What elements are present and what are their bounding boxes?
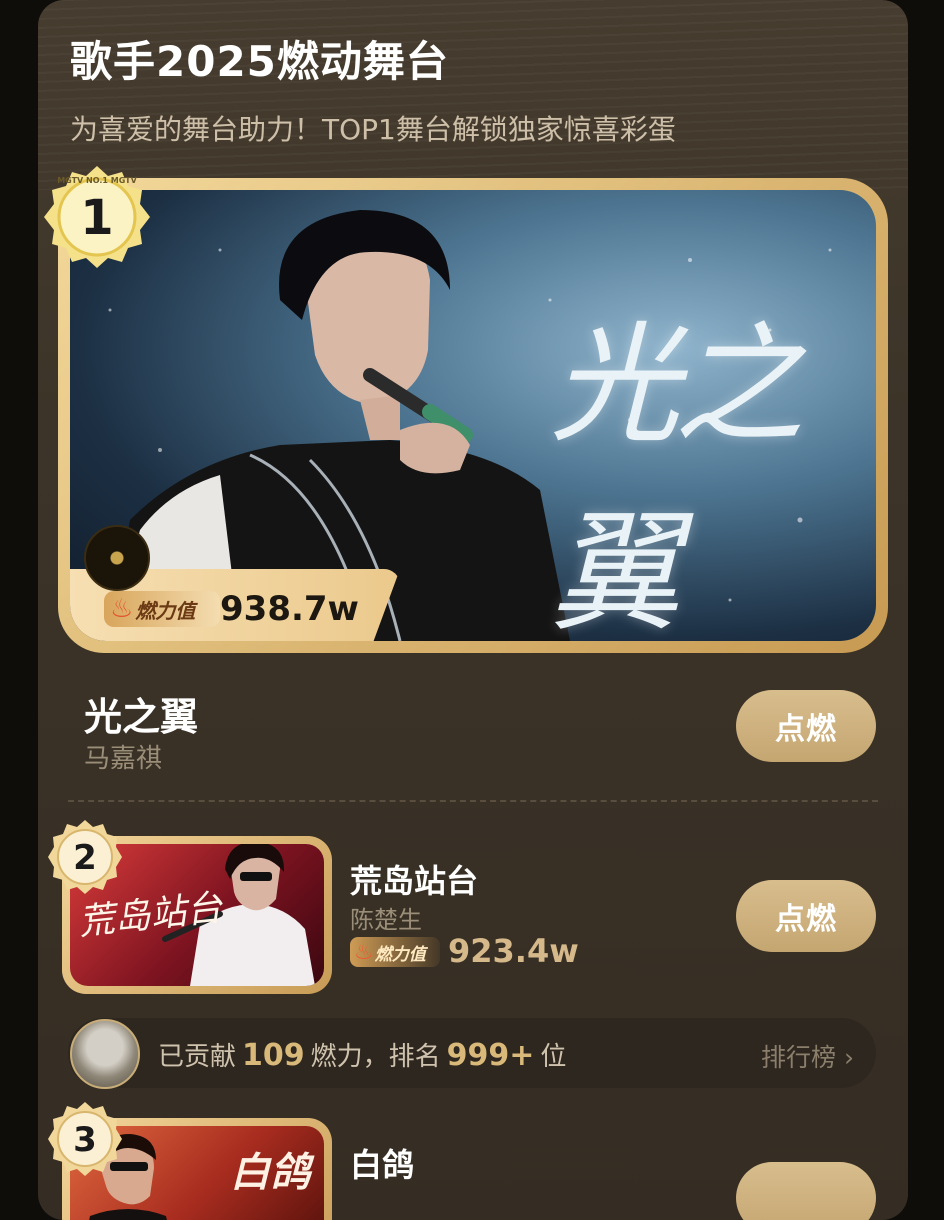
ignite-button-2[interactable]: 点燃 [736,880,876,952]
contribution-suffix: 位 [540,1042,567,1072]
top1-cover-title: 光之翼 [550,309,804,641]
contribution-bar[interactable]: 已贡献 109 燃力，排名 999+ 位 排行榜 › [68,1018,876,1089]
page-subtitle: 为喜爱的舞台助力！TOP1舞台解锁独家惊喜彩蛋 [70,113,676,146]
flame-icon: ♨ [354,939,374,965]
page-title: 歌手2025燃动舞台 [70,37,449,86]
ignite-button-1[interactable]: 点燃 [736,690,876,762]
top1-score: 938.7w [220,589,359,629]
user-avatar[interactable] [70,1019,140,1089]
contribution-amount: 109 [242,1038,305,1073]
burn-value-badge: ♨ 燃力值 [104,591,220,627]
contribution-summary: 已贡献 109 燃力，排名 999+ 位 [158,1036,566,1073]
rank-number-2: 2 [73,838,97,878]
rank-number-3: 3 [73,1120,97,1160]
rank-medal-icon: 3 [48,1102,122,1176]
contribution-rank: 999+ [446,1038,535,1073]
top1-stage-cover[interactable]: 光之翼 ♨ 燃力值 938.7w [58,178,888,653]
leaderboard-link[interactable]: 排行榜 › [761,1038,854,1074]
burn-value-badge: ♨ 燃力值 [350,937,440,967]
contribution-prefix: 已贡献 [158,1042,237,1072]
flame-icon: ♨ [110,594,134,624]
top1-cover-image: 光之翼 ♨ 燃力值 938.7w [70,190,876,641]
ignite-button-3[interactable] [736,1162,876,1220]
top1-artist: 马嘉祺 [84,744,163,774]
medal-ring-text: MGTV NO.1 MGTV [57,176,137,185]
top2-artist: 陈楚生 [350,906,422,934]
top3-song-title: 白鸽 [350,1146,415,1184]
vinyl-disc-icon [84,525,150,591]
top3-cover-title: 白鸽 [230,1149,310,1196]
top2-score: 923.4w [448,932,579,970]
stage-ranking-card: 歌手2025燃动舞台 为喜爱的舞台助力！TOP1舞台解锁独家惊喜彩蛋 光之翼 ♨… [38,0,908,1220]
rank-medal-icon: 2 [48,820,122,894]
rank-medal-icon: 1 MGTV NO.1 MGTV [44,166,150,268]
chevron-right-icon: › [844,1043,854,1072]
burn-value-label: 燃力值 [135,598,196,623]
contribution-middle: 燃力，排名 [310,1042,441,1072]
leaderboard-link-label: 排行榜 [761,1043,837,1072]
top1-song-title: 光之翼 [84,695,199,739]
burn-value-label: 燃力值 [374,944,426,965]
section-divider [68,800,878,802]
rank-number-1: 1 [80,190,113,246]
top2-song-title: 荒岛站台 [350,862,479,900]
